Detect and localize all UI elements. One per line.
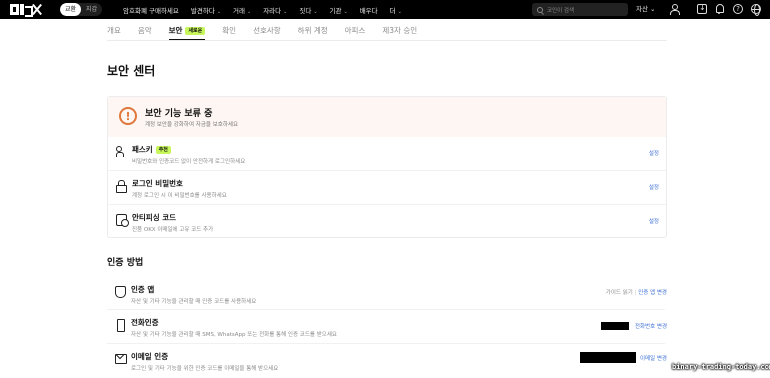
login-password-setup-link[interactable]: 설정 [649, 183, 659, 191]
anti-phishing-setup-link[interactable]: 설정 [649, 217, 659, 225]
passkey-icon [116, 146, 127, 157]
watermark-text: binary-trading-today.com [672, 363, 770, 371]
auth-section-title: 인증 방법 [107, 258, 144, 268]
chevron-down-icon: ⌄ [246, 8, 252, 15]
chevron-down-icon: ⌄ [283, 8, 288, 15]
main-menu: 암호화폐 구매하세요 발견하다 ⌄ 거래 ⌄ 자라다 ⌄ 짓다 ⌄ 기관 ⌄ 배우다 더 ⌄ [123, 0, 402, 19]
auth-row-email: 이메일 인증 로그인 및 기타 기능을 위한 인증 코드를 이메일을 통해 받으… [107, 344, 667, 377]
download-icon[interactable] [697, 3, 707, 14]
security-row-anti-phishing: 안티피싱 코드 진품 OKX 이메일에 고유 코드 추가 설정 [108, 205, 666, 238]
change-email-link[interactable]: 이메일 변경 [640, 356, 667, 362]
tab-apis[interactable]: 아피스 [345, 22, 366, 40]
assets-menu[interactable]: 자산 ⌄ [636, 0, 655, 19]
shield-icon [115, 286, 126, 298]
tab-sub-accounts[interactable]: 하위 계정 [298, 22, 328, 40]
menu-more[interactable]: 더 ⌄ [390, 5, 402, 15]
redacted-phone [601, 322, 629, 330]
top-nav-bar: 교환 지갑 암호화폐 구매하세요 발견하다 ⌄ 거래 ⌄ 자라다 ⌄ 짓다 ⌄ 기관 ⌄ … [0, 0, 770, 19]
passkey-setup-link[interactable]: 설정 [649, 149, 659, 157]
anti-phishing-icon [116, 214, 129, 227]
security-card: ! 보안 기능 보류 중 계정 보안을 강화하여 자금을 보호하세요 패스키 추천… [107, 96, 667, 238]
search-icon [537, 6, 543, 13]
tab-security[interactable]: 보안 새로운 [168, 22, 206, 41]
mail-icon [115, 353, 127, 364]
menu-learn[interactable]: 배우다 [360, 5, 378, 15]
account-tabs: 개요 음악 보안 새로운 확인 선호사항 하위 계정 아피스 제3자 승인 [107, 22, 417, 42]
row-subtitle: 자산 및 기타 기능을 관리할 때 SMS, WhatsApp 또는 전화를 통… [131, 332, 337, 338]
tab-music[interactable]: 음악 [138, 22, 152, 40]
redacted-email [580, 352, 636, 363]
chevron-down-icon: ⌄ [313, 8, 318, 15]
globe-icon[interactable] [751, 4, 761, 16]
warning-title: 보안 기능 보류 중 [145, 109, 213, 119]
change-phone-link[interactable]: 전화번호 변경 [635, 324, 667, 330]
menu-trade[interactable]: 거래 ⌄ [233, 5, 251, 15]
tab-preferences[interactable]: 선호사항 [253, 22, 281, 40]
user-icon[interactable] [669, 4, 680, 15]
row-title: 패스키 [132, 145, 153, 154]
chevron-down-icon: ⌄ [397, 8, 402, 15]
row-subtitle: 로그인 및 기타 기능을 위한 인증 코드를 이메일을 통해 받으세요 [131, 366, 279, 372]
okx-logo[interactable] [10, 4, 42, 17]
auth-row-phone: 전화인증 자산 및 기타 기능을 관리할 때 SMS, WhatsApp 또는 … [107, 310, 667, 343]
chevron-down-icon: ⌄ [216, 8, 222, 15]
security-row-passkey: 패스키 추천 비밀번호와 인증코드 없이 안전하게 로그인하세요 설정 [108, 137, 666, 170]
security-row-login-password: 로그인 비밀번호 계정 로그인 시 이 비밀번호를 사용하세요 설정 [108, 171, 666, 204]
change-authenticator-link[interactable]: 인증 앱 변경 [638, 290, 667, 296]
menu-build[interactable]: 짓다 ⌄ [299, 5, 317, 15]
tab-overview[interactable]: 개요 [107, 22, 121, 40]
chevron-down-icon: ⌄ [343, 8, 348, 15]
auth-row-authenticator: 인증 앱 자산 및 기타 기능을 관리할 때 인증 코드를 사용하세요 가이드 … [107, 277, 667, 310]
phone-icon [115, 319, 126, 332]
page-title: 보안 센터 [107, 64, 156, 78]
bell-icon[interactable] [714, 4, 724, 14]
row-title: 전화인증 [131, 318, 159, 327]
mode-exchange[interactable]: 교환 [60, 3, 82, 16]
row-subtitle: 계정 로그인 시 이 비밀번호를 사용하세요 [132, 193, 227, 199]
tab-verification[interactable]: 확인 [222, 22, 236, 40]
menu-buy-crypto[interactable]: 암호화폐 구매하세요 [123, 5, 179, 15]
search-input[interactable]: 코인이 검색 [532, 3, 628, 16]
lock-icon [116, 180, 127, 193]
new-badge: 새로운 [185, 27, 206, 35]
pending-warning: ! 보안 기능 보류 중 계정 보안을 강화하여 자금을 보호하세요 [108, 97, 666, 137]
recommended-badge: 추천 [155, 146, 171, 154]
row-subtitle: 비밀번호와 인증코드 없이 안전하게 로그인하세요 [132, 159, 246, 165]
warning-subtitle: 계정 보안을 강화하여 자금을 보호하세요 [145, 122, 239, 128]
tabs-divider [107, 40, 667, 41]
warning-icon: ! [119, 107, 137, 125]
row-title: 이메일 인증 [131, 352, 169, 361]
row-title: 인증 앱 [131, 285, 155, 294]
row-subtitle: 진품 OKX 이메일에 고유 코드 추가 [132, 227, 214, 233]
menu-discover[interactable]: 발견하다 ⌄ [191, 5, 221, 15]
read-guide-link[interactable]: 가이드 읽기 [606, 290, 633, 296]
row-subtitle: 자산 및 기타 기능을 관리할 때 인증 코드를 사용하세요 [131, 299, 257, 305]
menu-grow[interactable]: 자라다 ⌄ [263, 5, 287, 15]
search-placeholder: 코인이 검색 [547, 7, 575, 14]
exchange-wallet-toggle[interactable]: 교환 지갑 [60, 3, 103, 16]
mode-wallet[interactable]: 지갑 [81, 3, 102, 16]
menu-institutional[interactable]: 기관 ⌄ [330, 5, 348, 15]
row-title: 안티피싱 코드 [132, 213, 177, 222]
row-title: 로그인 비밀번호 [132, 179, 183, 188]
help-icon[interactable]: ? [733, 4, 743, 14]
tab-third-party[interactable]: 제3자 승인 [382, 22, 417, 40]
